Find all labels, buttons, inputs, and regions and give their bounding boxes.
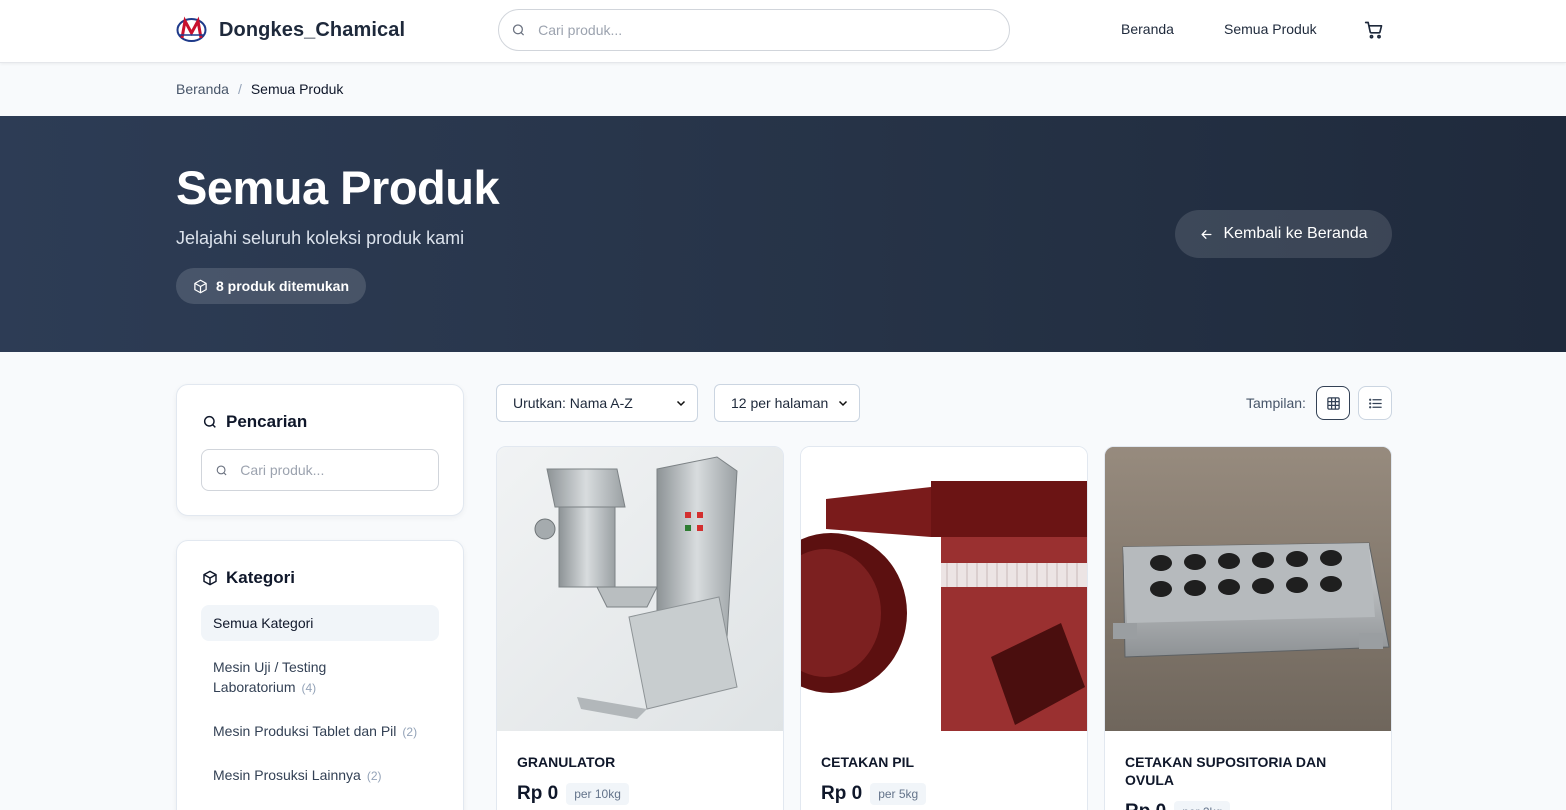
brand-name: Dongkes_Chamical bbox=[219, 18, 406, 41]
list-view-button[interactable] bbox=[1358, 386, 1392, 420]
search-card-title: Pencarian bbox=[202, 412, 307, 432]
product-card[interactable]: CETAKAN SUPOSITORIA DAN OVULA Rp 0 per 2… bbox=[1104, 446, 1392, 810]
page-title: Semua Produk bbox=[176, 161, 500, 214]
product-card[interactable]: CETAKAN PIL Rp 0 per 5kg bbox=[800, 446, 1088, 810]
search-icon bbox=[512, 24, 525, 36]
category-label: Mesin Produksi Tablet dan Pil bbox=[213, 723, 397, 739]
breadcrumb: Beranda / Semua Produk bbox=[176, 81, 343, 97]
product-image-granulator bbox=[497, 447, 783, 731]
brand-logo[interactable]: Dongkes_Chamical bbox=[176, 16, 405, 44]
search-card-title-text: Pencarian bbox=[226, 412, 308, 431]
back-button-label: Kembali ke Beranda bbox=[1223, 225, 1368, 242]
category-item-lab-testing[interactable]: Mesin Uji / Testing Laboratorium (4) bbox=[201, 657, 439, 698]
per-page-select[interactable]: 12 per halaman bbox=[714, 384, 860, 422]
category-count: (2) bbox=[366, 769, 382, 783]
product-name[interactable]: CETAKAN SUPOSITORIA DAN OVULA bbox=[1125, 753, 1375, 789]
sidebar-search-box[interactable] bbox=[201, 449, 439, 491]
category-item-lainnya[interactable]: Mesin Prosuksi Lainnya (2) bbox=[201, 765, 439, 786]
product-name[interactable]: CETAKAN PIL bbox=[821, 753, 1071, 771]
breadcrumb-home[interactable]: Beranda bbox=[176, 81, 229, 97]
product-price: Rp 0 bbox=[517, 783, 559, 804]
nav-semua-produk[interactable]: Semua Produk bbox=[1224, 21, 1317, 37]
nav-beranda[interactable]: Beranda bbox=[1121, 21, 1174, 37]
product-count-badge: 8 produk ditemukan bbox=[176, 268, 367, 304]
product-price-row: Rp 0 per 2kg bbox=[1125, 801, 1231, 810]
per-page-select-value: 12 per halaman bbox=[731, 395, 829, 411]
product-price: Rp 0 bbox=[821, 783, 863, 804]
product-unit-badge: per 10kg bbox=[566, 783, 629, 805]
category-item-all[interactable]: Semua Kategori bbox=[201, 605, 439, 641]
product-image-cetakan-supositoria bbox=[1105, 447, 1391, 731]
product-price: Rp 0 bbox=[1125, 801, 1166, 810]
product-price-row: Rp 0 per 5kg bbox=[821, 783, 927, 805]
box-icon bbox=[194, 279, 207, 293]
product-unit-badge: per 2kg bbox=[1174, 801, 1231, 810]
sidebar-search-card: Pencarian bbox=[176, 384, 464, 516]
box-icon bbox=[203, 570, 217, 586]
sidebar-category-card: Kategori Semua Kategori Mesin Uji / Test… bbox=[176, 540, 464, 810]
product-image-cetakan-pil bbox=[801, 447, 1087, 731]
back-to-home-button[interactable]: Kembali ke Beranda bbox=[1175, 210, 1392, 258]
chevron-down-icon bbox=[676, 400, 686, 407]
list-icon bbox=[1368, 398, 1382, 408]
category-card-title-text: Kategori bbox=[226, 568, 295, 587]
breadcrumb-current: Semua Produk bbox=[250, 81, 344, 97]
category-label: Semua Kategori bbox=[213, 615, 314, 631]
cart-icon[interactable] bbox=[1364, 20, 1384, 40]
arrow-left-icon bbox=[1201, 229, 1212, 239]
brand-mark-icon bbox=[176, 16, 207, 42]
category-label: Mesin Prosuksi Lainnya bbox=[213, 767, 361, 783]
search-icon bbox=[216, 465, 227, 475]
sort-select[interactable]: Urutkan: Nama A-Z bbox=[496, 384, 698, 422]
view-mode-label: Tampilan: bbox=[1246, 395, 1306, 411]
category-count: (4) bbox=[301, 681, 317, 695]
product-card[interactable]: GRANULATOR Rp 0 per 10kg bbox=[496, 446, 784, 810]
top-header: Dongkes_Chamical Beranda Semua Produk bbox=[0, 0, 1566, 63]
category-item-tablet-pil[interactable]: Mesin Produksi Tablet dan Pil (2) bbox=[201, 721, 439, 742]
chevron-down-icon bbox=[838, 400, 848, 407]
sidebar-search-input[interactable] bbox=[240, 462, 438, 478]
product-price-row: Rp 0 per 10kg bbox=[517, 783, 629, 805]
category-count: (2) bbox=[402, 725, 418, 739]
breadcrumb-separator: / bbox=[237, 81, 242, 97]
hero-banner: Semua Produk Jelajahi seluruh koleksi pr… bbox=[0, 116, 1566, 352]
search-icon bbox=[203, 415, 216, 428]
header-search-box[interactable] bbox=[498, 9, 1010, 51]
header-search-input[interactable] bbox=[538, 22, 1009, 38]
page-subtitle: Jelajahi seluruh koleksi produk kami bbox=[176, 228, 465, 248]
grid-view-button[interactable] bbox=[1316, 386, 1350, 420]
category-card-title: Kategori bbox=[202, 568, 295, 588]
product-unit-badge: per 5kg bbox=[870, 783, 927, 805]
grid-icon bbox=[1326, 396, 1340, 410]
sort-select-value: Urutkan: Nama A-Z bbox=[513, 395, 633, 411]
product-count-label: 8 produk ditemukan bbox=[216, 278, 350, 294]
product-name[interactable]: GRANULATOR bbox=[517, 753, 767, 771]
